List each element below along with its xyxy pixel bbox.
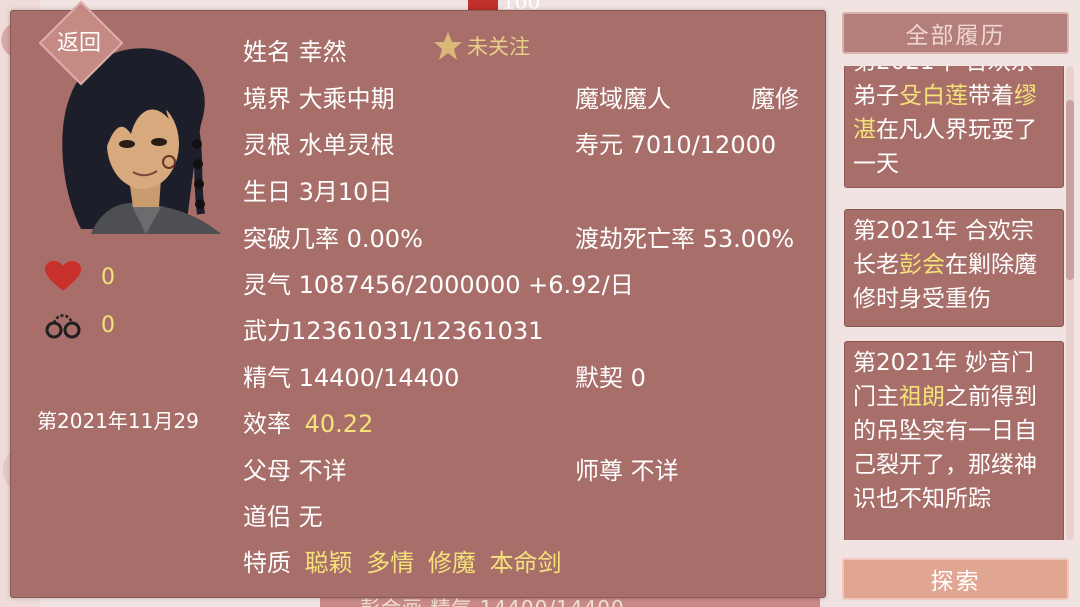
efficiency-value: 40.22 bbox=[304, 410, 374, 438]
event-text: 带着 bbox=[968, 83, 1014, 109]
lifespan-field: 寿元 7010/12000 bbox=[575, 131, 777, 159]
birthday-field: 生日 3月10日 bbox=[243, 178, 393, 206]
force-field: 武力12361031/12361031 bbox=[243, 317, 544, 345]
back-button[interactable]: 返回 bbox=[39, 13, 119, 73]
tribulation-field: 渡劫死亡率 53.00% bbox=[575, 225, 795, 253]
captive-stat: 0 bbox=[45, 309, 115, 341]
follow-button[interactable]: 未关注 bbox=[433, 31, 530, 61]
event-text: 在凡人界玩耍了一天 bbox=[853, 117, 1037, 177]
captive-count: 0 bbox=[101, 312, 115, 338]
event-person[interactable]: 彭会 bbox=[899, 252, 945, 278]
event-person[interactable]: 祖朗 bbox=[899, 384, 945, 410]
event-item: 第2021年 合欢宗弟子殳白莲带着缪湛在凡人界玩耍了一天 bbox=[844, 66, 1064, 188]
event-log-scroll-thumb[interactable] bbox=[1066, 100, 1074, 280]
tacit-field: 默契 0 bbox=[575, 364, 646, 392]
traits-field: 特质 聪颖 多情 修魔 本命剑 bbox=[243, 543, 562, 578]
realm-field: 境界 大乘中期 bbox=[243, 85, 395, 113]
trait-item: 修魔 bbox=[427, 549, 476, 577]
breakthrough-field: 突破几率 0.00% bbox=[243, 225, 423, 253]
current-date: 第2021年11月29 bbox=[37, 409, 199, 433]
favor-count: 0 bbox=[101, 264, 115, 290]
name-field: 姓名 幸然 bbox=[243, 38, 347, 66]
spirit-root-field: 灵根 水单灵根 bbox=[243, 131, 395, 159]
efficiency-label: 效率 bbox=[243, 410, 291, 438]
qi-field: 灵气 1087456/2000000 +6.92/日 bbox=[243, 271, 634, 299]
handcuffs-icon bbox=[45, 314, 81, 339]
traits-label: 特质 bbox=[243, 549, 291, 577]
event-person[interactable]: 殳白莲 bbox=[899, 83, 968, 109]
parents-field: 父母 不详 bbox=[243, 457, 347, 485]
back-button-label: 返回 bbox=[56, 31, 101, 56]
master-field: 师尊 不详 bbox=[575, 457, 679, 485]
trait-item: 本命剑 bbox=[489, 549, 562, 577]
essence-field: 精气 14400/14400 bbox=[243, 364, 460, 392]
path-field: 魔修 bbox=[751, 85, 799, 113]
heart-icon bbox=[45, 261, 81, 291]
character-info-panel: 返回 0 0 第2021年11月29 姓名 幸然 未关注 境界 大乘中期 魔域魔… bbox=[10, 10, 826, 598]
partner-field: 道侣 无 bbox=[243, 503, 323, 531]
event-log[interactable]: 第2021年 合欢宗弟子殳白莲带着缪湛在凡人界玩耍了一天 第2021年 合欢宗长… bbox=[842, 66, 1069, 540]
all-history-button[interactable]: 全部履历 bbox=[842, 12, 1069, 54]
event-item: 第2021年 合欢宗长老彭会在剿除魔修时身受重伤 bbox=[844, 209, 1064, 327]
explore-button[interactable]: 探索 bbox=[842, 558, 1069, 600]
follow-label: 未关注 bbox=[467, 35, 530, 59]
star-icon bbox=[434, 32, 462, 60]
trait-item: 多情 bbox=[366, 549, 415, 577]
faction-field: 魔域魔人 bbox=[575, 85, 671, 113]
favor-stat: 0 bbox=[45, 261, 115, 293]
background-badge bbox=[468, 0, 498, 10]
efficiency-field: 效率 40.22 bbox=[243, 404, 373, 439]
event-item: 第2021年 妙音门门主祖朗之前得到的吊坠突有一日自己裂开了，那缕神识也不知所踪 bbox=[844, 341, 1064, 540]
trait-item: 聪颖 bbox=[304, 549, 353, 577]
